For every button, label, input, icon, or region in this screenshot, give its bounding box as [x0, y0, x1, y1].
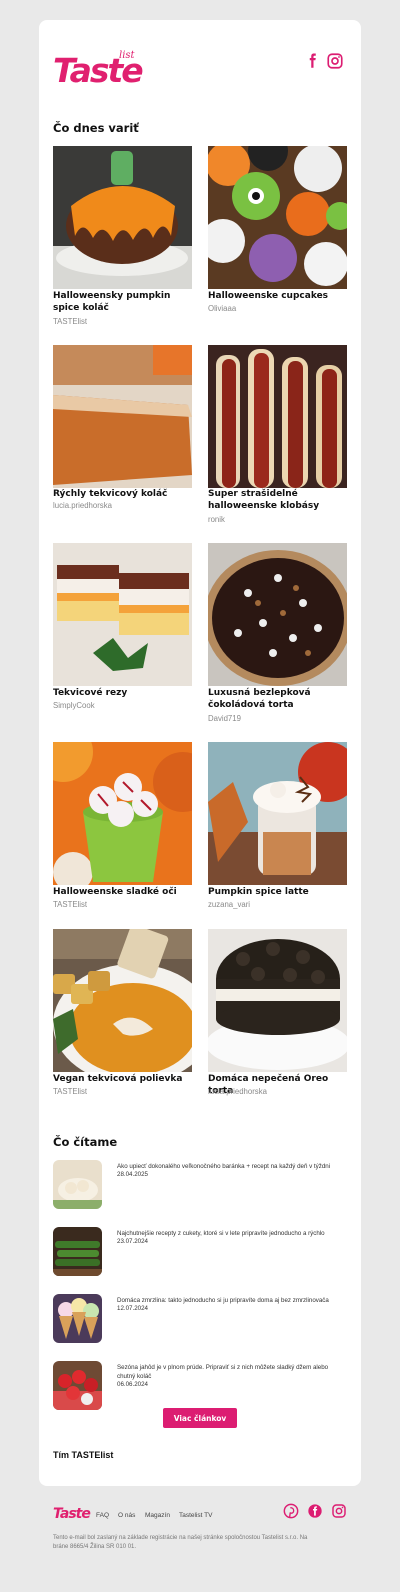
recipe-title[interactable]: Halloweensky pumpkin spice koláč	[53, 290, 193, 314]
instagram-icon[interactable]	[326, 52, 344, 70]
article-thumbnail[interactable]	[53, 1160, 102, 1209]
signature: Tím TASTElist	[53, 1450, 114, 1460]
recipe-author: SimplyCook	[53, 701, 95, 710]
email-card: Taste list Čo dnes variť Halloweensky pu…	[39, 20, 361, 1486]
recipe-title[interactable]: Super strašidelné halloweenske klobásy	[208, 488, 348, 512]
recipe-title[interactable]: Luxusná bezlepková čokoládová torta	[208, 687, 348, 711]
instagram-icon[interactable]	[331, 1503, 347, 1519]
article-date: 12.07.2024	[117, 1305, 148, 1312]
article-date: 28.04.2025	[117, 1171, 148, 1178]
recipe-title[interactable]: Vegan tekvicová polievka	[53, 1073, 193, 1085]
article-date: 06.06.2024	[117, 1381, 148, 1388]
recipe-author: ronik	[208, 515, 225, 524]
article-title[interactable]: Sezóna jahôd je v plnom prúde. Pripraviť…	[117, 1363, 347, 1381]
recipe-image[interactable]	[208, 929, 347, 1072]
footer-note: Tento e-mail bol zaslaný na základe regi…	[53, 1535, 308, 1550]
pinterest-icon[interactable]	[283, 1503, 299, 1519]
recipe-image[interactable]	[208, 742, 347, 885]
footer-logo[interactable]: Taste	[53, 1503, 91, 1522]
recipe-author: zuzana_vari	[208, 900, 251, 909]
footer-link-tv[interactable]: Tastelist TV	[179, 1512, 212, 1519]
recipe-author: lucia.priedhorska	[208, 1087, 267, 1096]
recipe-author: Oliviaaa	[208, 304, 237, 313]
article-title[interactable]: Ako upiecť dokonalého veľkonočného barán…	[117, 1162, 347, 1171]
article-thumbnail[interactable]	[53, 1361, 102, 1410]
footer-link-about[interactable]: O nás	[118, 1512, 135, 1519]
facebook-icon[interactable]	[307, 1503, 323, 1519]
article-title[interactable]: Najchutnejšie recepty z cukety, ktoré si…	[117, 1229, 347, 1238]
article-thumbnail[interactable]	[53, 1294, 102, 1343]
recipe-image[interactable]	[208, 543, 347, 686]
recipe-title[interactable]: Halloweenske sladké oči	[53, 886, 193, 898]
recipe-title[interactable]: Rýchly tekvicový koláč	[53, 488, 193, 500]
recipe-author: TASTElist	[53, 1087, 88, 1096]
recipe-title[interactable]: Tekvicové rezy	[53, 687, 193, 699]
recipe-title[interactable]: Pumpkin spice latte	[208, 886, 348, 898]
recipe-image[interactable]	[53, 146, 192, 289]
footer-link-magazine[interactable]: Magazín	[145, 1512, 170, 1519]
recipe-author: David719	[208, 714, 241, 723]
more-articles-button[interactable]: Viac článkov	[163, 1408, 237, 1428]
taste-logo[interactable]: Taste list	[53, 50, 147, 88]
recipe-author: TASTElist	[53, 317, 88, 326]
recipe-image[interactable]	[208, 146, 347, 289]
facebook-icon[interactable]	[303, 52, 321, 70]
recipe-image[interactable]	[208, 345, 347, 488]
article-thumbnail[interactable]	[53, 1227, 102, 1276]
footer-link-faq[interactable]: FAQ	[96, 1512, 109, 1519]
recipe-image[interactable]	[53, 543, 192, 686]
articles-section-title: Čo čítame	[53, 1135, 118, 1149]
recipe-title[interactable]: Halloweenske cupcakes	[208, 290, 348, 302]
recipe-author: lucia.priedhorska	[53, 501, 112, 510]
recipe-image[interactable]	[53, 742, 192, 885]
article-date: 23.07.2024	[117, 1238, 148, 1245]
recipe-image[interactable]	[53, 345, 192, 488]
recipe-image[interactable]	[53, 929, 192, 1072]
article-title[interactable]: Domáca zmrzlina: takto jednoducho si ju …	[117, 1296, 347, 1305]
recipe-author: TASTElist	[53, 900, 88, 909]
recipes-section-title: Čo dnes variť	[53, 121, 139, 135]
